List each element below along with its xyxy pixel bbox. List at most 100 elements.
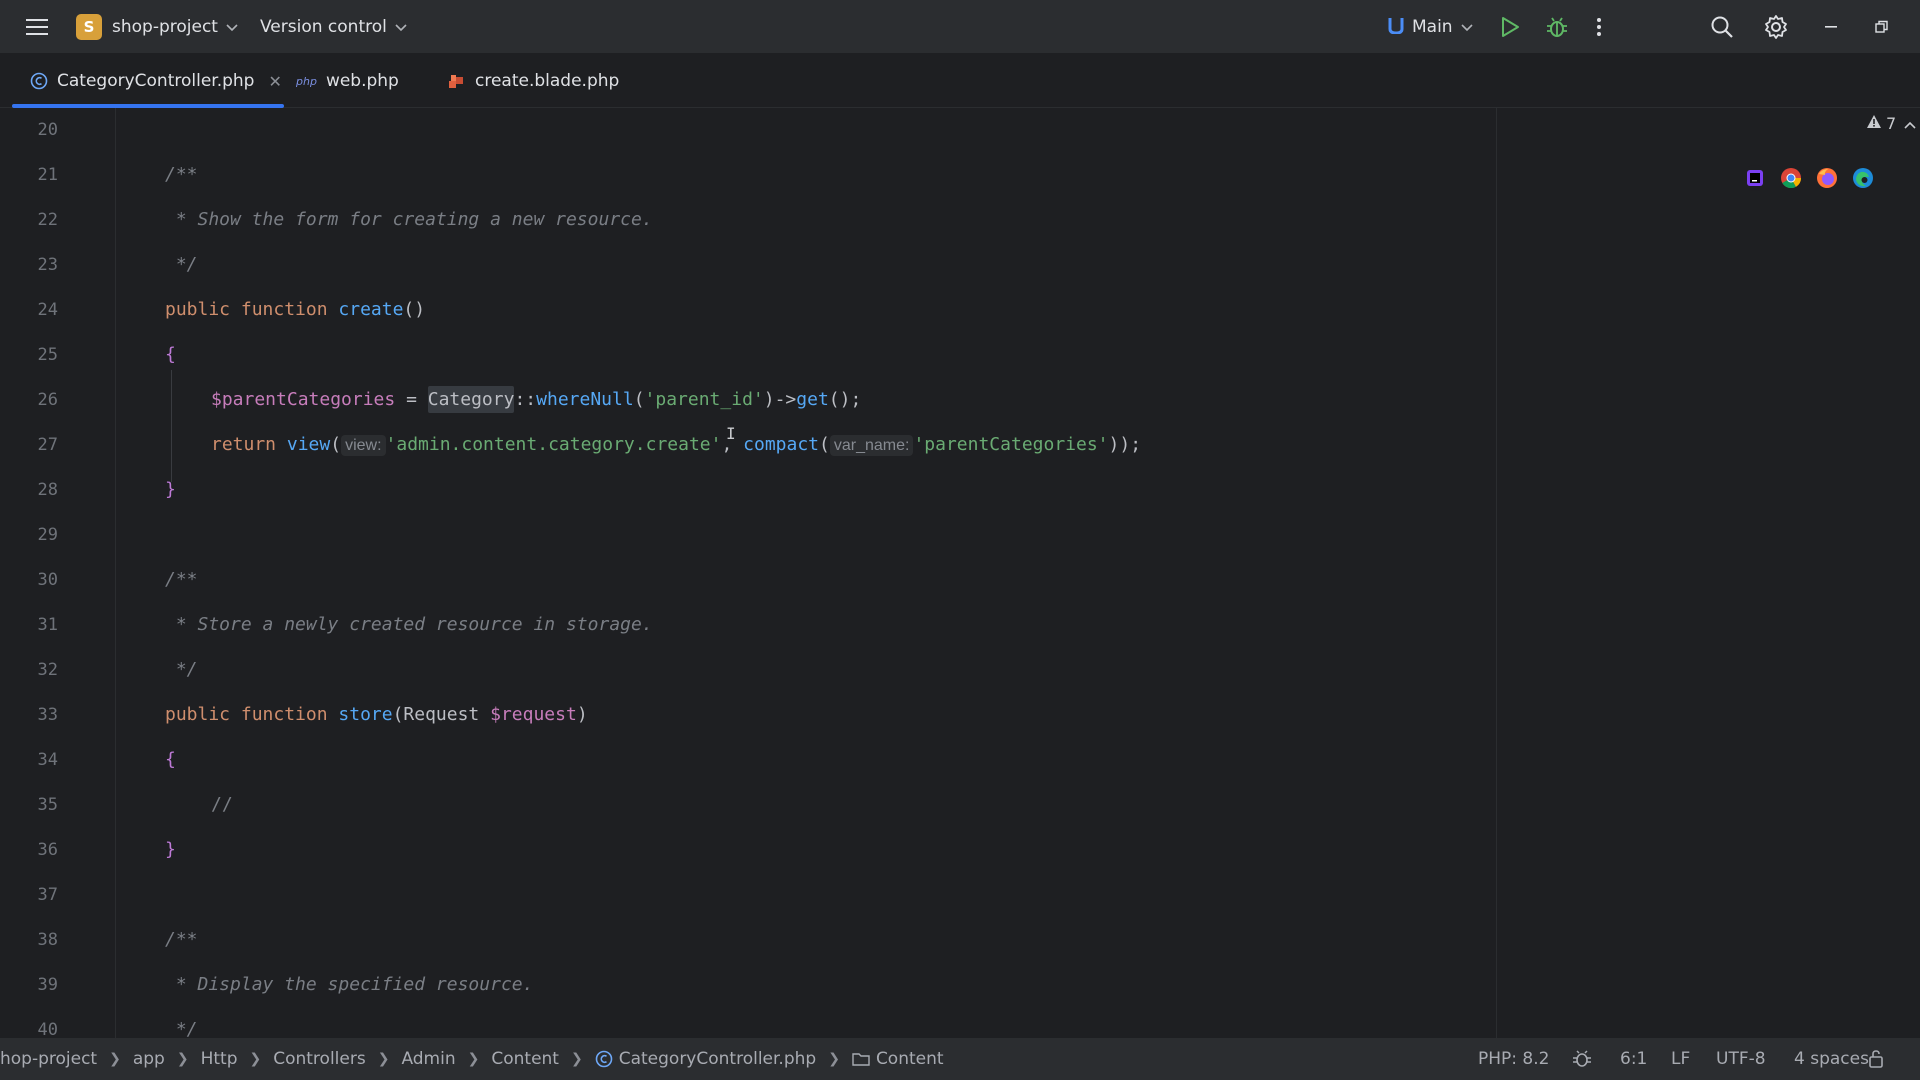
folder-icon <box>852 1051 870 1067</box>
doc-comment-start: /** <box>165 164 198 185</box>
tab-web-php[interactable]: php web.php <box>296 54 399 108</box>
search-icon[interactable] <box>1710 0 1734 54</box>
line-number: 37 <box>37 885 58 905</box>
line-ending[interactable]: LF <box>1671 1038 1690 1080</box>
code-editor[interactable]: 20 21 22 23 24 25 26 27 28 29 30 31 32 3… <box>0 108 1920 1038</box>
function-name: store <box>338 704 393 725</box>
chevron-up-icon[interactable] <box>1904 114 1916 133</box>
browser-preview-toolbar <box>1742 158 1876 198</box>
line-number: 31 <box>37 615 58 635</box>
operator: :: <box>514 389 537 410</box>
line-number-gutter: 20 21 22 23 24 25 26 27 28 29 30 31 32 3… <box>12 108 116 1038</box>
punctuation: (); <box>828 389 862 410</box>
lock-icon[interactable] <box>1868 1038 1886 1080</box>
breadcrumb-content[interactable]: Content <box>491 1049 559 1069</box>
caret-position[interactable]: 6:1 <box>1620 1038 1647 1080</box>
right-margin-line <box>1496 108 1497 1038</box>
breadcrumb: hop-project ❯ app ❯ Http ❯ Controllers ❯… <box>0 1038 944 1080</box>
function-name: create <box>338 299 404 320</box>
breadcrumb-namespace[interactable]: Content <box>852 1049 944 1069</box>
breadcrumb-project[interactable]: hop-project <box>0 1049 97 1069</box>
blade-file-icon <box>448 72 466 90</box>
code-line-store-signature: public function store(Request $request) <box>165 704 588 726</box>
line-number: 20 <box>37 120 58 140</box>
doc-comment-end: */ <box>165 254 198 275</box>
keyword: public function <box>165 299 339 320</box>
edge-icon[interactable] <box>1850 165 1876 191</box>
text-cursor-icon: I <box>726 424 736 443</box>
php-version-widget[interactable]: PHP: 8.2 <box>1478 1038 1549 1080</box>
close-brace: } <box>165 839 176 860</box>
line-number: 35 <box>37 795 58 815</box>
chevron-right-icon: ❯ <box>249 1051 262 1067</box>
close-brace: } <box>165 479 176 500</box>
indent-guide <box>171 370 172 482</box>
doc-comment-text: * Display the specified resource. <box>165 974 534 995</box>
open-brace: { <box>165 344 176 365</box>
project-selector[interactable]: S shop-project <box>76 0 238 54</box>
breadcrumb-app[interactable]: app <box>133 1049 165 1069</box>
debug-icon[interactable] <box>1546 0 1568 54</box>
line-number: 40 <box>37 1020 58 1038</box>
firefox-icon[interactable] <box>1814 165 1840 191</box>
code-line-create-signature: public function create() <box>165 299 425 321</box>
line-number: 33 <box>37 705 58 725</box>
chrome-icon[interactable] <box>1778 165 1804 191</box>
project-name: shop-project <box>112 17 218 37</box>
line-number: 36 <box>37 840 58 860</box>
variable: $parentCategories <box>211 389 396 410</box>
inspections-widget[interactable]: 7 <box>1866 114 1916 133</box>
breadcrumb-http[interactable]: Http <box>201 1049 238 1069</box>
php-class-icon <box>30 72 48 90</box>
doc-comment-start: /** <box>165 569 198 590</box>
line-number: 27 <box>37 435 58 455</box>
run-icon[interactable] <box>1500 0 1520 54</box>
line-number: 30 <box>37 570 58 590</box>
title-bar: S shop-project Version control Main <box>0 0 1920 54</box>
punctuation: () <box>403 299 426 320</box>
line-number: 24 <box>37 300 58 320</box>
punctuation: )-> <box>763 389 797 410</box>
restore-window-icon[interactable] <box>1875 0 1889 54</box>
minimize-icon[interactable] <box>1825 0 1839 54</box>
variable: $request <box>490 704 577 725</box>
run-config-label: Main <box>1412 17 1453 37</box>
file-encoding[interactable]: UTF-8 <box>1716 1038 1766 1080</box>
chevron-down-icon <box>226 17 238 37</box>
line-number: 21 <box>37 165 58 185</box>
tab-category-controller[interactable]: CategoryController.php ✕ <box>12 54 284 108</box>
line-number: 25 <box>37 345 58 365</box>
bug-icon[interactable] <box>1572 1038 1592 1080</box>
breadcrumb-controllers[interactable]: Controllers <box>273 1049 365 1069</box>
version-control-label: Version control <box>260 17 387 37</box>
breadcrumb-file[interactable]: CategoryController.php <box>595 1049 816 1069</box>
run-config-selector[interactable]: Main <box>1388 0 1473 54</box>
method-name: whereNull <box>536 389 634 410</box>
line-number: 29 <box>37 525 58 545</box>
tab-label: create.blade.php <box>475 71 620 91</box>
line-number: 26 <box>37 390 58 410</box>
class-name: Category <box>427 386 515 413</box>
keyword: public function <box>165 704 339 725</box>
gear-icon[interactable] <box>1764 0 1788 54</box>
line-number: 32 <box>37 660 58 680</box>
close-icon[interactable]: ✕ <box>268 72 281 91</box>
tab-create-blade[interactable]: create.blade.php <box>448 54 619 108</box>
indent-setting[interactable]: 4 spaces <box>1794 1038 1869 1080</box>
operator: = <box>395 389 428 410</box>
string-literal: 'parentCategories' <box>913 434 1109 455</box>
more-actions-icon[interactable] <box>1596 0 1602 54</box>
line-number: 22 <box>37 210 58 230</box>
chevron-right-icon: ❯ <box>570 1051 583 1067</box>
warning-icon <box>1866 114 1882 133</box>
chevron-down-icon <box>395 17 407 37</box>
breadcrumb-namespace-label: Content <box>875 1049 944 1069</box>
main-menu-icon[interactable] <box>22 0 52 54</box>
breadcrumb-admin[interactable]: Admin <box>401 1049 455 1069</box>
line-number: 39 <box>37 975 58 995</box>
punctuation: (Request <box>392 704 491 725</box>
version-control-menu[interactable]: Version control <box>260 0 407 54</box>
warning-count: 7 <box>1886 114 1897 133</box>
punctuation: )); <box>1108 434 1142 455</box>
phpstorm-browser-icon[interactable] <box>1742 165 1768 191</box>
